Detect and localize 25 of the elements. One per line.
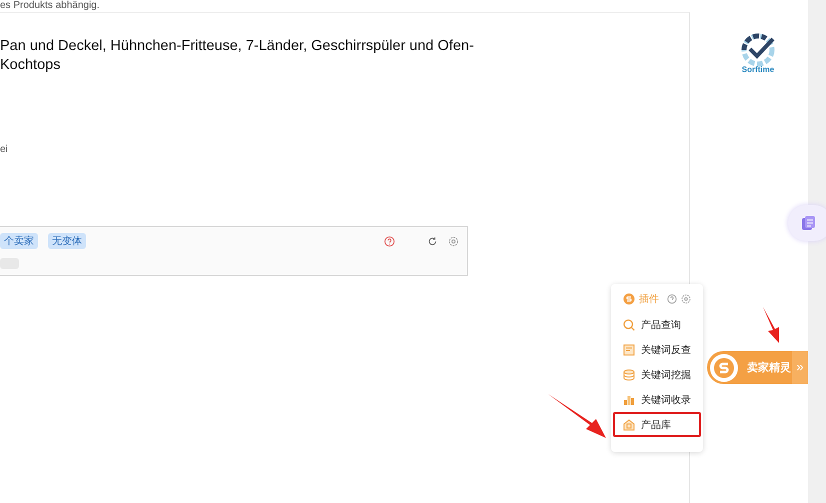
document-icon	[623, 344, 635, 356]
database-icon	[623, 368, 635, 380]
bar-chart-icon	[623, 394, 635, 406]
settings-icon[interactable]	[448, 236, 459, 246]
search-icon	[623, 318, 635, 330]
seller-logo-icon	[709, 352, 739, 382]
help-icon[interactable]	[667, 294, 677, 304]
note-text: es Produkts abhängig.	[0, 0, 101, 12]
tag: 无变体	[48, 233, 86, 249]
menu-item[interactable]: 关键词收录	[613, 387, 701, 412]
refresh-icon[interactable]	[427, 236, 438, 246]
notes-button[interactable]	[788, 205, 826, 241]
detail-text: ei	[0, 144, 9, 155]
product-title: Pan und Deckel, Hühnchen-Fritteuse, 7-Länder, Geschirrspüler und Ofen-Kochtops	[0, 37, 475, 75]
menu-item[interactable]: 产品查询	[613, 312, 701, 337]
house-icon	[623, 418, 635, 430]
notes-icon	[800, 215, 816, 231]
help-icon[interactable]	[384, 236, 395, 246]
menu-item[interactable]: 关键词反查	[613, 337, 701, 362]
menu-item[interactable]: 产品库	[613, 412, 701, 437]
menu-item[interactable]: 关键词挖掘	[613, 362, 701, 387]
settings-icon[interactable]	[681, 294, 691, 304]
plugin-logo-icon	[623, 293, 635, 305]
menu-title: 插件	[639, 293, 659, 306]
tag: 个卖家	[0, 233, 38, 249]
